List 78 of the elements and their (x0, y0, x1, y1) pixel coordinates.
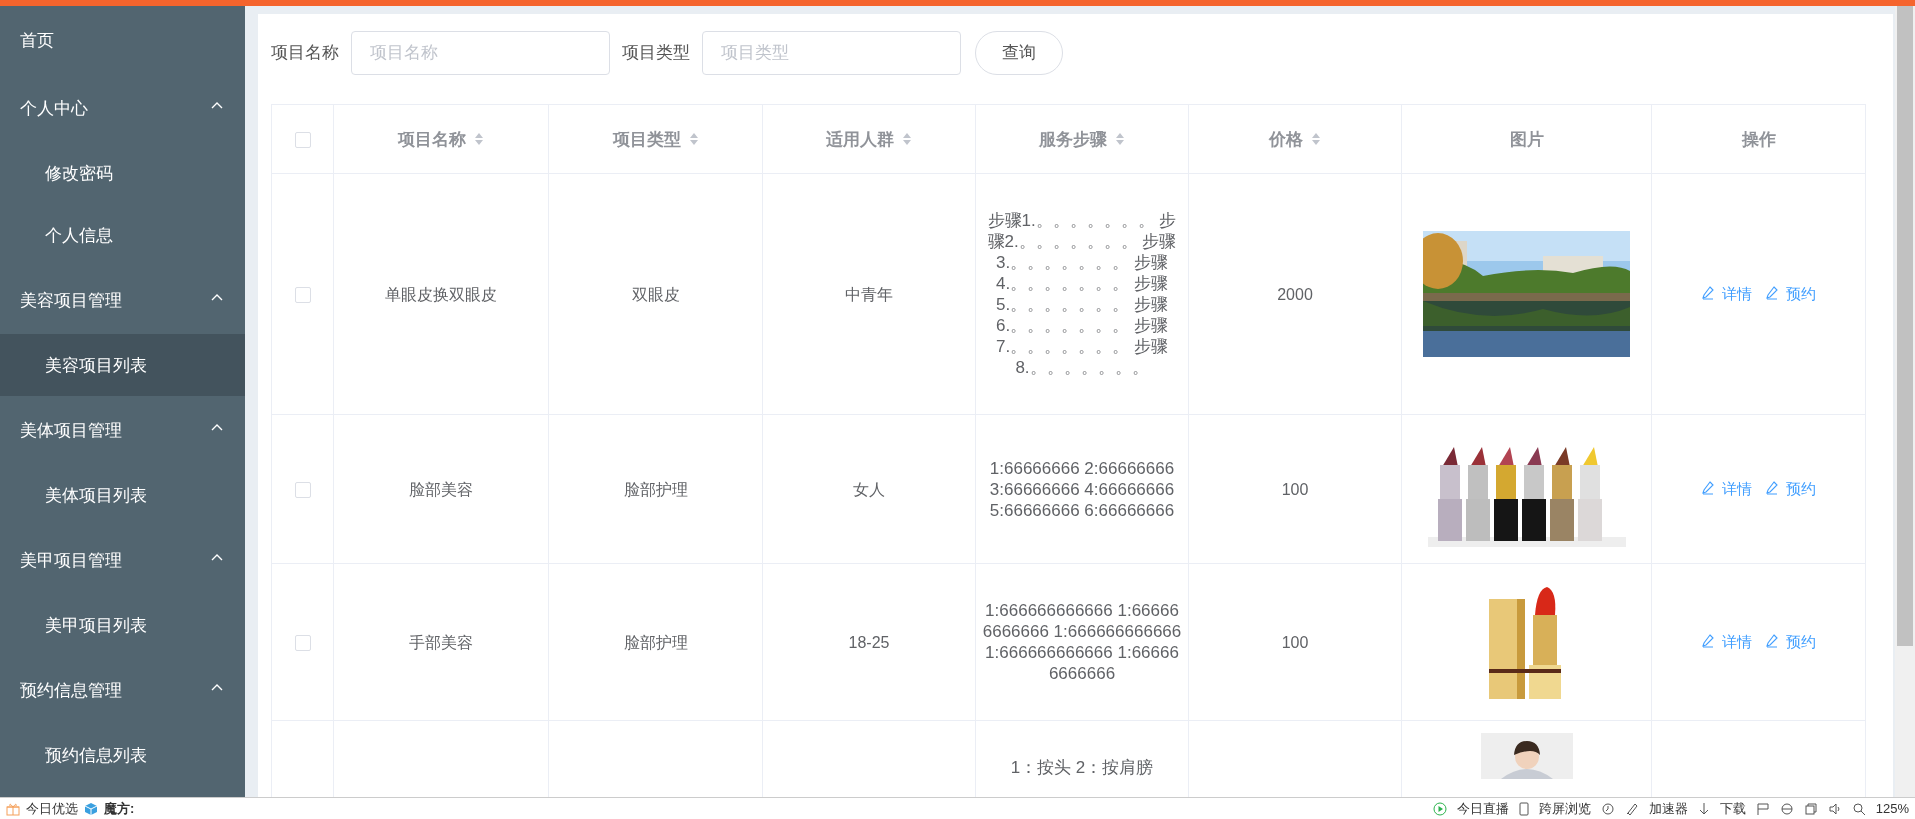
table-cell: 100 (1281, 480, 1309, 498)
scrollbar[interactable] (1895, 6, 1915, 797)
table-cell: 步骤1.。。。。。。。 步骤2.。。。。。。。 步骤3.。。。。。。。 步骤4.。。。。。。。 步骤5.。。。。。。。 步骤6.。。。。。。。 步骤7.。。。。。。。 步骤8.。。。。。。。 (987, 211, 1177, 377)
column-header: 项目类型 (612, 128, 681, 151)
sidebar-item[interactable]: 预约信息管理 (0, 656, 245, 724)
table-cell: 1：按头 2：按肩膀 (1010, 758, 1154, 777)
pencil-icon (1765, 481, 1778, 496)
speaker-icon[interactable] (1827, 801, 1842, 816)
sort-icon[interactable] (474, 132, 484, 146)
column-header: 价格 (1269, 128, 1303, 151)
chevron-icon[interactable] (211, 293, 223, 301)
window-icon[interactable] (1803, 801, 1818, 816)
sidebar-item[interactable]: 美容项目管理 (0, 266, 245, 334)
sidebar-subitem[interactable]: 修改密码 (0, 142, 245, 204)
table-cell: 双眼皮 (631, 285, 680, 303)
zoom-level[interactable]: 125% (1875, 801, 1909, 816)
input-field[interactable]: 项目类型 (702, 30, 961, 75)
table-cell: 手部美容 (409, 633, 473, 651)
sidebar-item[interactable]: 美体项目管理 (0, 396, 245, 464)
sort-icon[interactable] (1311, 132, 1321, 146)
phone-icon (1518, 801, 1529, 816)
table-cell: 1:66666666 2:66666666 3:66666666 4:66666666 5:66666666 6:66666666 (989, 458, 1175, 520)
chevron-icon[interactable] (211, 101, 223, 109)
sidebar-subitem[interactable]: 美体项目列表 (0, 464, 245, 526)
search-button[interactable]: 查询 (975, 30, 1063, 75)
chevron-icon[interactable] (211, 423, 223, 431)
table-cell: 100 (1281, 633, 1309, 651)
checkbox[interactable] (294, 131, 311, 148)
table-cell: 脸部美容 (409, 480, 473, 498)
gift-icon (6, 801, 20, 816)
column-header: 图片 (1509, 128, 1544, 151)
status-item[interactable]: 跨屏浏览 (1538, 799, 1591, 818)
sort-icon[interactable] (902, 132, 912, 146)
pencil-icon (1701, 286, 1714, 301)
pencil-icon (1701, 634, 1714, 649)
cube-icon (84, 801, 98, 816)
status-item[interactable]: 加速器 (1648, 799, 1688, 818)
status-item[interactable]: 下载 (1719, 799, 1746, 818)
column-header: 项目名称 (398, 128, 466, 151)
pencil-icon (1765, 634, 1778, 649)
filter-label: 项目类型 (622, 42, 690, 64)
filter-label: 项目名称 (271, 42, 339, 64)
sidebar-subitem[interactable]: 个人信息 (0, 204, 245, 266)
column-header: 操作 (1741, 128, 1776, 151)
download-icon (1697, 801, 1710, 816)
sidebar-item[interactable]: 美甲项目管理 (0, 526, 245, 594)
sidebar-item[interactable]: 首页 (0, 6, 245, 74)
status-item[interactable]: 魔方: (104, 799, 135, 818)
table-cell: 脸部护理 (623, 633, 688, 651)
pencil-icon (1701, 481, 1714, 496)
table-cell: 2000 (1277, 285, 1313, 303)
search-icon[interactable] (1851, 801, 1866, 816)
table-cell: 女人 (853, 480, 885, 498)
chevron-icon[interactable] (211, 683, 223, 691)
table-cell: 脸部护理 (623, 480, 688, 498)
checkbox[interactable] (294, 482, 311, 499)
status-item[interactable]: 今日优选 (26, 799, 78, 818)
chevron-icon[interactable] (211, 553, 223, 561)
sidebar-subitem[interactable]: 预约信息列表 (0, 724, 245, 786)
table-cell: 单眼皮换双眼皮 (385, 285, 497, 303)
sidebar-subitem[interactable]: 美甲项目列表 (0, 594, 245, 656)
input-field[interactable]: 项目名称 (351, 30, 610, 75)
play-icon (1432, 801, 1447, 816)
table-cell: 中青年 (845, 285, 893, 303)
browser-icon[interactable] (1779, 801, 1794, 816)
sort-icon[interactable] (688, 132, 699, 146)
column-header: 服务步骤 (1039, 128, 1107, 151)
checkbox[interactable] (294, 635, 311, 652)
sort-icon[interactable] (1115, 132, 1125, 146)
pencil-icon (1765, 286, 1778, 301)
flag-icon[interactable] (1755, 801, 1770, 816)
status-item[interactable]: 今日直播 (1456, 799, 1509, 818)
sidebar-subitem[interactable]: 美容项目列表 (0, 334, 245, 396)
table-cell: 1:666666666666 1:666666666666 1:666666666666 1:666666666666 1:666666666666 (982, 601, 1182, 683)
checkbox[interactable] (294, 287, 311, 304)
sidebar-item[interactable]: 个人中心 (0, 74, 245, 142)
column-header: 适用人群 (826, 128, 894, 151)
table-cell: 18-25 (848, 633, 890, 651)
